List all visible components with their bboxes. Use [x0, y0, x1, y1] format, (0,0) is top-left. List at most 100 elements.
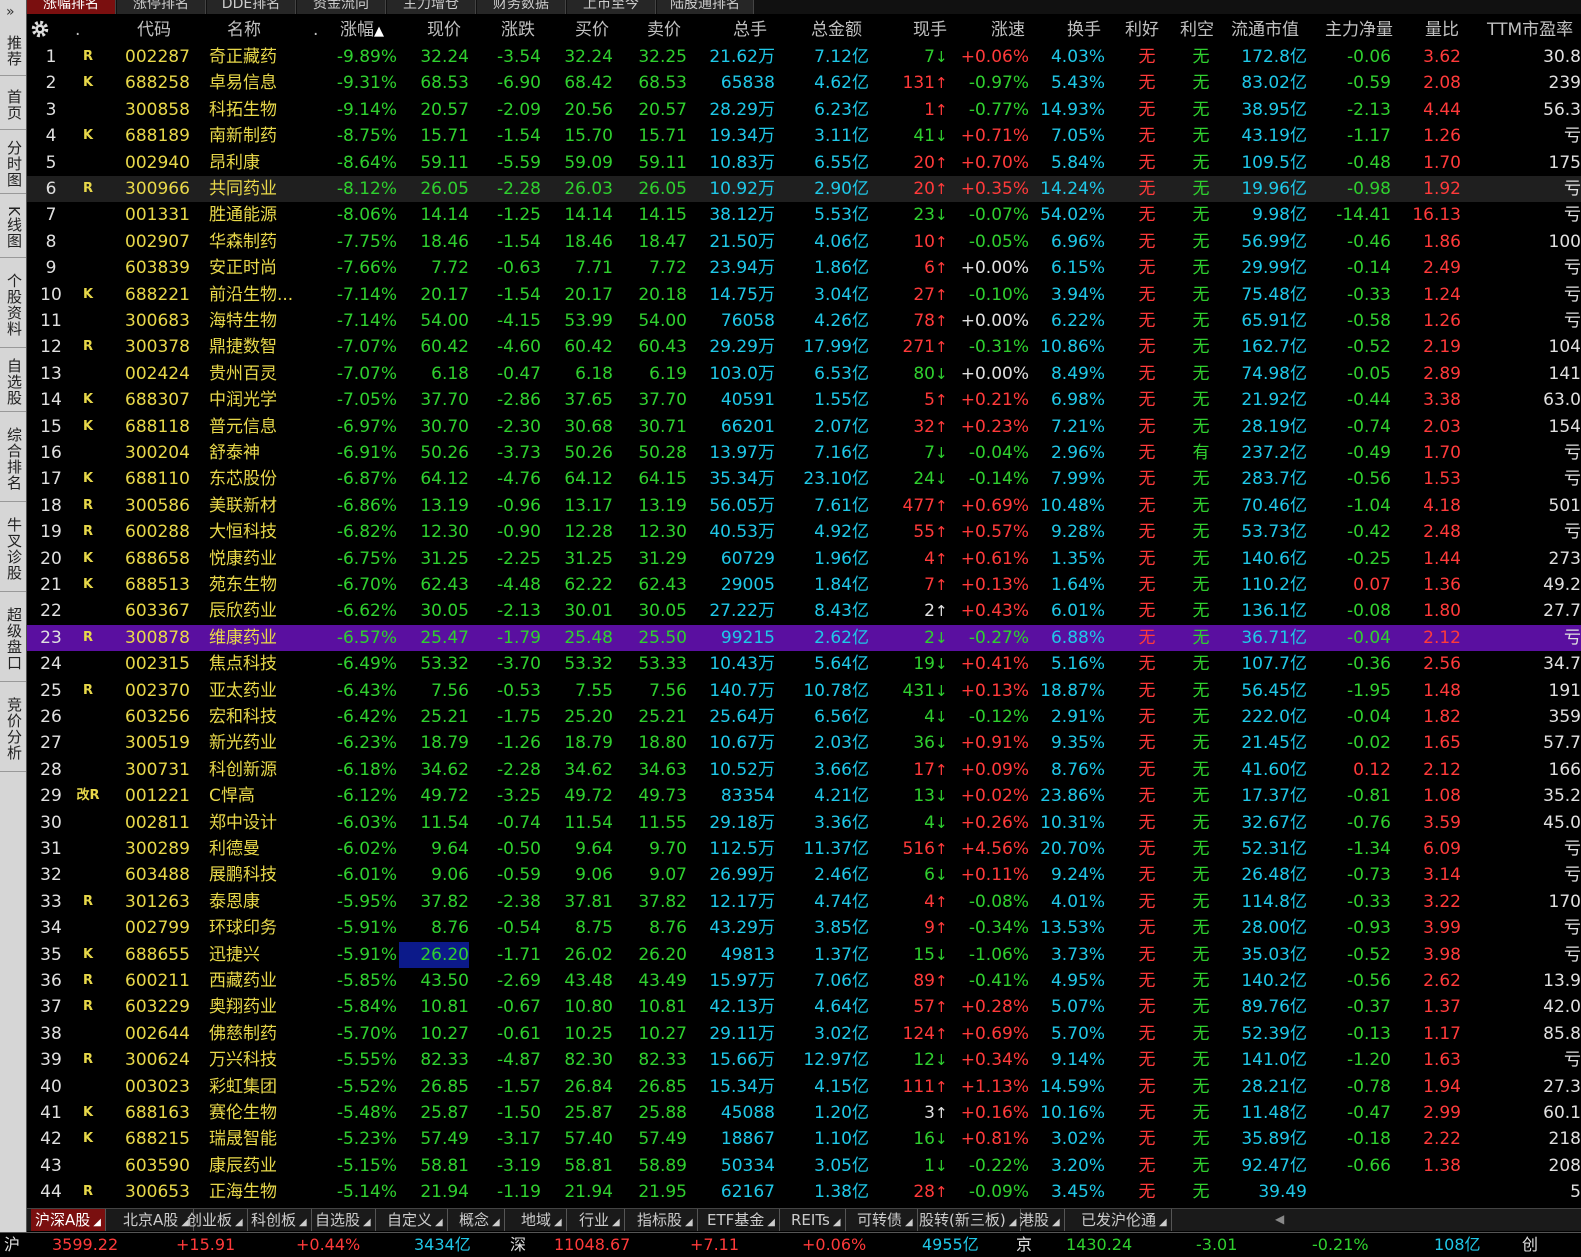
market-tab-15[interactable]: 已发沪伦通 ◢ [1077, 1209, 1172, 1231]
table-row[interactable]: 17 K 688110 东芯股份 -6.87% 64.12 -4.76 64.12 64.15 3… [27, 466, 1581, 492]
col-amount[interactable]: 总金额 [811, 18, 862, 42]
market-tab-7[interactable]: 地域 ◢ [517, 1209, 567, 1231]
table-row[interactable]: 4 K 688189 南新制药 -8.75% 15.71 -1.54 15.70 15.71 19… [27, 123, 1581, 149]
table-row[interactable]: 35 K 688655 迅捷兴 -5.91% 26.20 -1.71 26.02 26.20 49… [27, 941, 1581, 968]
col-ask[interactable]: 卖价 [647, 18, 681, 42]
table-row[interactable]: 32 603488 展鹏科技 -6.01% 9.06 -0.59 9.06 9.07 26.99… [27, 862, 1581, 888]
table-row[interactable]: 26 603256 宏和科技 -6.42% 25.21 -1.75 25.20 25.21 25… [27, 704, 1581, 730]
market-tab-9[interactable]: 指标股 ◢ [633, 1209, 698, 1231]
sidebar-item-1[interactable]: 首页 [0, 76, 26, 130]
top-tab-6[interactable]: 上市至今 [567, 0, 656, 14]
col-change-pct[interactable]: 涨幅▲ [340, 18, 384, 44]
col-change[interactable]: 涨跌 [501, 18, 535, 42]
table-row[interactable]: 25 R 002370 亚太药业 -6.43% 7.56 -0.53 7.55 7.56 140.… [27, 678, 1581, 704]
table-row[interactable]: 6 R 300966 共同药业 -8.12% 26.05 -2.28 26.03 26.05 10… [27, 176, 1581, 202]
table-row[interactable]: 30 002811 郑中设计 -6.03% 11.54 -0.74 11.54 11.55 29… [27, 810, 1581, 836]
double-chevron-right-icon[interactable]: » [6, 4, 15, 20]
table-row[interactable]: 19 R 600288 大恒科技 -6.82% 12.30 -0.90 12.28 12.30 4… [27, 519, 1581, 545]
market-tab-5[interactable]: 自定义 ◢ [383, 1209, 448, 1231]
table-row[interactable]: 28 300731 科创新源 -6.18% 34.62 -2.28 34.62 34.63 10… [27, 757, 1581, 783]
top-tab-0[interactable]: 涨幅排名 [27, 0, 116, 14]
table-row[interactable]: 43 603590 康辰药业 -5.15% 58.81 -3.19 58.81 58.89 50… [27, 1153, 1581, 1179]
market-tab-4[interactable]: 自选股 ◢ [311, 1209, 376, 1231]
top-tab-5[interactable]: 财务数据 [477, 0, 566, 14]
table-row[interactable]: 36 R 600211 西藏药业 -5.85% 43.50 -2.69 43.48 43.49 1… [27, 968, 1581, 994]
top-tab-4[interactable]: 主力增仓 [387, 0, 476, 14]
col-pe[interactable]: TTM市盈率 [1487, 18, 1573, 42]
sidebar-item-3[interactable]: K线图 [0, 194, 26, 258]
table-row[interactable]: 5 002940 昂利康 -8.64% 59.11 -5.59 59.09 59.11 10.8… [27, 150, 1581, 176]
col-turnover[interactable]: 换手 [1067, 18, 1101, 42]
table-row[interactable]: 14 K 688307 中润光学 -7.05% 37.70 -2.86 37.65 37.70 4… [27, 387, 1581, 413]
table-row[interactable]: 20 K 688658 悦康药业 -6.75% 31.25 -2.25 31.25 31.29 6… [27, 546, 1581, 572]
table-row[interactable]: 29 改R 001221 C悍高 -6.12% 49.72 -3.25 49.72 49.73 8… [27, 783, 1581, 809]
table-row[interactable]: 23 R 300878 维康药业 -6.57% 25.47 -1.79 25.48 25.50 9… [27, 624, 1581, 651]
market-tab-12[interactable]: 可转债 ◢ [853, 1209, 918, 1231]
table-row[interactable]: 1 R 002287 奇正藏药 -9.89% 32.24 -3.54 32.24 32.25 21… [27, 44, 1581, 70]
col-dot[interactable]: . [75, 18, 80, 42]
table-row[interactable]: 34 002799 环球印务 -5.91% 8.76 -0.54 8.75 8.76 43.29… [27, 915, 1581, 941]
col-dot2[interactable]: . [313, 18, 318, 42]
sidebar-item-6[interactable]: 综合排名 [0, 412, 26, 502]
scroll-left-icon[interactable]: ◀ [1275, 1212, 1289, 1226]
sidebar-item-7[interactable]: 牛叉诊股 [0, 502, 26, 592]
table-row[interactable]: 37 R 603229 奥翔药业 -5.84% 10.81 -0.67 10.80 10.81 4… [27, 994, 1581, 1020]
table-row[interactable]: 16 300204 舒泰神 -6.91% 50.26 -3.73 50.26 50.28 13.… [27, 440, 1581, 466]
table-row[interactable]: 11 300683 海特生物 -7.14% 54.00 -4.15 53.99 54.00 76… [27, 308, 1581, 334]
market-tab-0[interactable]: 沪深A股 ◢ [31, 1209, 106, 1231]
market-tab-6[interactable]: 概念 ◢ [455, 1209, 505, 1231]
table-row[interactable]: 21 K 688513 苑东生物 -6.70% 62.43 -4.48 62.22 62.43 2… [27, 572, 1581, 598]
table-row[interactable]: 38 002644 佛慈制药 -5.70% 10.27 -0.61 10.25 10.27 29… [27, 1021, 1581, 1047]
market-tab-10[interactable]: ETF基金 ◢ [703, 1209, 780, 1231]
sidebar-item-9[interactable]: 竞价分析 [0, 682, 26, 772]
table-row[interactable]: 10 K 688221 前沿生物... -7.14% 20.17 -1.54 20.17 20.… [27, 282, 1581, 308]
table-row[interactable]: 24 002315 焦点科技 -6.49% 53.32 -3.70 53.32 53.33 10… [27, 651, 1581, 677]
table-row[interactable]: 8 002907 华森制药 -7.75% 18.46 -1.54 18.46 18.47 21.… [27, 229, 1581, 255]
table-row[interactable]: 2 K 688258 卓易信息 -9.31% 68.53 -6.90 68.42 68.53 65… [27, 70, 1581, 96]
col-good[interactable]: 利好 [1125, 18, 1159, 42]
market-tab-2[interactable]: 创业板 ◢ [183, 1209, 248, 1231]
market-tab-14[interactable]: 港股 ◢ [1015, 1209, 1065, 1231]
col-price[interactable]: 现价 [427, 18, 461, 42]
table-row[interactable]: 9 603839 安正时尚 -7.66% 7.72 -0.63 7.71 7.72 23.94万… [27, 255, 1581, 281]
table-row[interactable]: 12 R 300378 鼎捷数智 -7.07% 60.42 -4.60 60.42 60.43 2… [27, 334, 1581, 360]
col-volume[interactable]: 总手 [733, 18, 767, 42]
col-name[interactable]: 名称 [227, 18, 261, 42]
col-bid[interactable]: 买价 [575, 18, 609, 42]
table-row[interactable]: 33 R 301263 泰恩康 -5.95% 37.82 -2.38 37.81 37.82 12… [27, 889, 1581, 915]
table-row[interactable]: 7 001331 胜通能源 -8.06% 14.14 -1.25 14.14 14.15 38.… [27, 202, 1581, 228]
top-tab-7[interactable]: 陆股通排名 [657, 0, 754, 14]
market-tab-11[interactable]: REITs ◢ [787, 1209, 846, 1231]
table-row[interactable]: 42 K 688215 瑞晟智能 -5.23% 57.49 -3.17 57.40 57.49 1… [27, 1126, 1581, 1152]
sidebar-item-5[interactable]: 自选股 [0, 348, 26, 412]
table-row[interactable]: 22 603367 辰欣药业 -6.62% 30.05 -2.13 30.01 30.05 27… [27, 598, 1581, 624]
table-row[interactable]: 39 R 300624 万兴科技 -5.55% 82.33 -4.87 82.30 82.33 1… [27, 1047, 1581, 1073]
sidebar-item-8[interactable]: 超级盘口 [0, 592, 26, 682]
table-row[interactable]: 41 K 688163 赛伦生物 -5.48% 25.87 -1.50 25.87 25.88 4… [27, 1100, 1581, 1126]
top-tab-2[interactable]: DDE排名 [207, 0, 296, 14]
col-speed[interactable]: 涨速 [991, 18, 1025, 42]
col-code[interactable]: 代码 [137, 18, 171, 42]
sidebar-item-4[interactable]: 个股资料 [0, 258, 26, 348]
table-row[interactable]: 40 003023 彩虹集团 -5.52% 26.85 -1.57 26.84 26.85 15… [27, 1074, 1581, 1100]
table-row[interactable]: 31 300289 利德曼 -6.02% 9.64 -0.50 9.64 9.70 112.5万… [27, 836, 1581, 862]
col-bad[interactable]: 利空 [1180, 18, 1214, 42]
market-tab-8[interactable]: 行业 ◢ [575, 1209, 625, 1231]
table-row[interactable]: 27 300519 新光药业 -6.23% 18.79 -1.26 18.79 18.80 10… [27, 730, 1581, 756]
col-vol-ratio[interactable]: 量比 [1425, 18, 1459, 42]
table-row[interactable]: 44 R 300653 正海生物 -5.14% 21.94 -1.19 21.94 21.95 6… [27, 1179, 1581, 1205]
sidebar-item-0[interactable]: 推荐 [0, 22, 26, 76]
col-current-hand[interactable]: 现手 [913, 18, 947, 42]
top-tab-1[interactable]: 涨停排名 [117, 0, 206, 14]
sidebar-item-2[interactable]: 分时图 [0, 130, 26, 194]
gear-icon[interactable] [29, 18, 51, 40]
col-main-net[interactable]: 主力净量 [1325, 18, 1393, 42]
col-float-cap[interactable]: 流通市值 [1231, 18, 1299, 42]
table-row[interactable]: 18 R 300586 美联新材 -6.86% 13.19 -0.96 13.17 13.19 5… [27, 493, 1581, 519]
table-row[interactable]: 15 K 688118 普元信息 -6.97% 30.70 -2.30 30.68 30.71 6… [27, 414, 1581, 440]
table-row[interactable]: 13 002424 贵州百灵 -7.07% 6.18 -0.47 6.18 6.19 103.0… [27, 361, 1581, 387]
market-tab-3[interactable]: 科创板 ◢ [247, 1209, 312, 1231]
table-row[interactable]: 3 300858 科拓生物 -9.14% 20.57 -2.09 20.56 20.57 28.… [27, 97, 1581, 123]
top-tab-3[interactable]: 资金流向 [297, 0, 386, 14]
market-tab-13[interactable]: 股转(新三板) ◢ [915, 1209, 1022, 1231]
